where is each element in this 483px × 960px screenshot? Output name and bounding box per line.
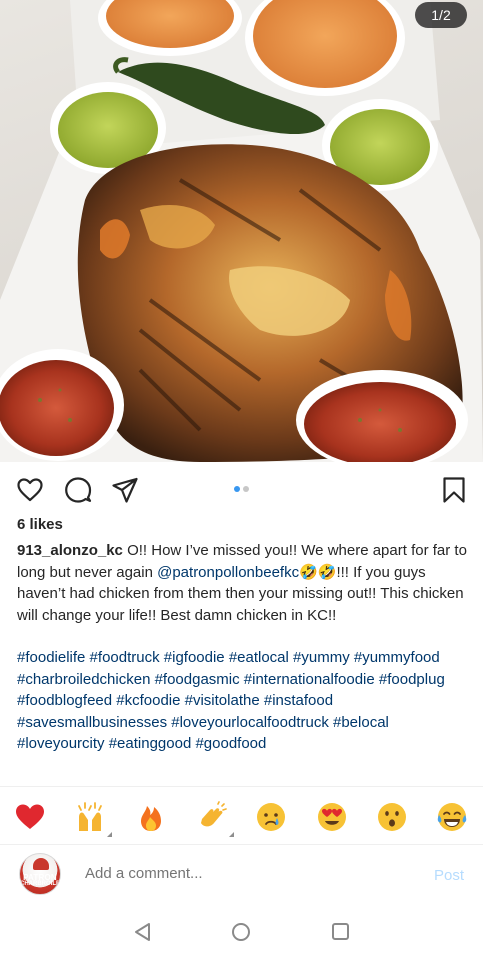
astonished-face-reaction-icon[interactable]	[376, 801, 408, 833]
raising-hands-reaction[interactable]	[74, 801, 112, 837]
tears-of-joy-reaction-icon[interactable]	[436, 801, 468, 833]
image-counter: 1/2	[415, 2, 467, 28]
bookmark-icon[interactable]	[440, 476, 468, 504]
home-circle-icon[interactable]	[232, 923, 250, 941]
heart-eyes-reaction-icon[interactable]	[316, 801, 348, 833]
red-heart-reaction-icon[interactable]	[14, 801, 46, 833]
avatar[interactable]: PATRON CHARBROILED	[19, 853, 61, 895]
comment-bubble-icon[interactable]	[64, 476, 92, 504]
carousel-indicator	[233, 485, 253, 493]
quick-reaction-bar	[0, 786, 483, 842]
recent-apps-square-icon[interactable]	[332, 923, 349, 940]
caption-emoji: 🤣🤣	[299, 563, 337, 581]
back-triangle-icon[interactable]	[133, 922, 153, 942]
caption-username[interactable]: 913_alonzo_kc	[17, 542, 123, 559]
paper-plane-icon[interactable]	[111, 476, 139, 504]
carousel-dot	[243, 486, 249, 492]
clapping-hands-reaction[interactable]	[196, 801, 234, 837]
avatar-logo-hat	[33, 858, 49, 870]
reaction-variant-indicator	[229, 832, 234, 837]
post-comment-button[interactable]: Post	[434, 867, 464, 884]
clapping-hands-icon	[201, 801, 227, 827]
reaction-variant-indicator	[107, 832, 112, 837]
food-photo-illustration	[0, 0, 483, 462]
raising-hands-icon	[78, 802, 102, 831]
system-navigation-bar	[0, 906, 483, 960]
carousel-dot-active	[234, 486, 240, 492]
post-action-bar	[0, 472, 483, 506]
post-caption: 913_alonzo_kc O!! How I’ve missed you!! …	[17, 540, 469, 626]
caption-mention[interactable]: @patronpollonbeefkc	[157, 564, 299, 581]
like-count[interactable]: 6 likes	[17, 516, 63, 533]
heart-outline-icon[interactable]	[16, 476, 44, 504]
post-photo[interactable]: 1/2	[0, 0, 483, 462]
caption-hashtags[interactable]: #foodielife #foodtruck #igfoodie #eatloc…	[17, 647, 467, 755]
comment-input[interactable]	[85, 865, 385, 882]
avatar-logo-subtext: CHARBROILED	[20, 881, 61, 887]
crying-face-reaction-icon[interactable]	[255, 801, 287, 833]
fire-reaction-icon[interactable]	[135, 801, 167, 833]
add-comment-row: PATRON CHARBROILED Post	[0, 844, 483, 906]
